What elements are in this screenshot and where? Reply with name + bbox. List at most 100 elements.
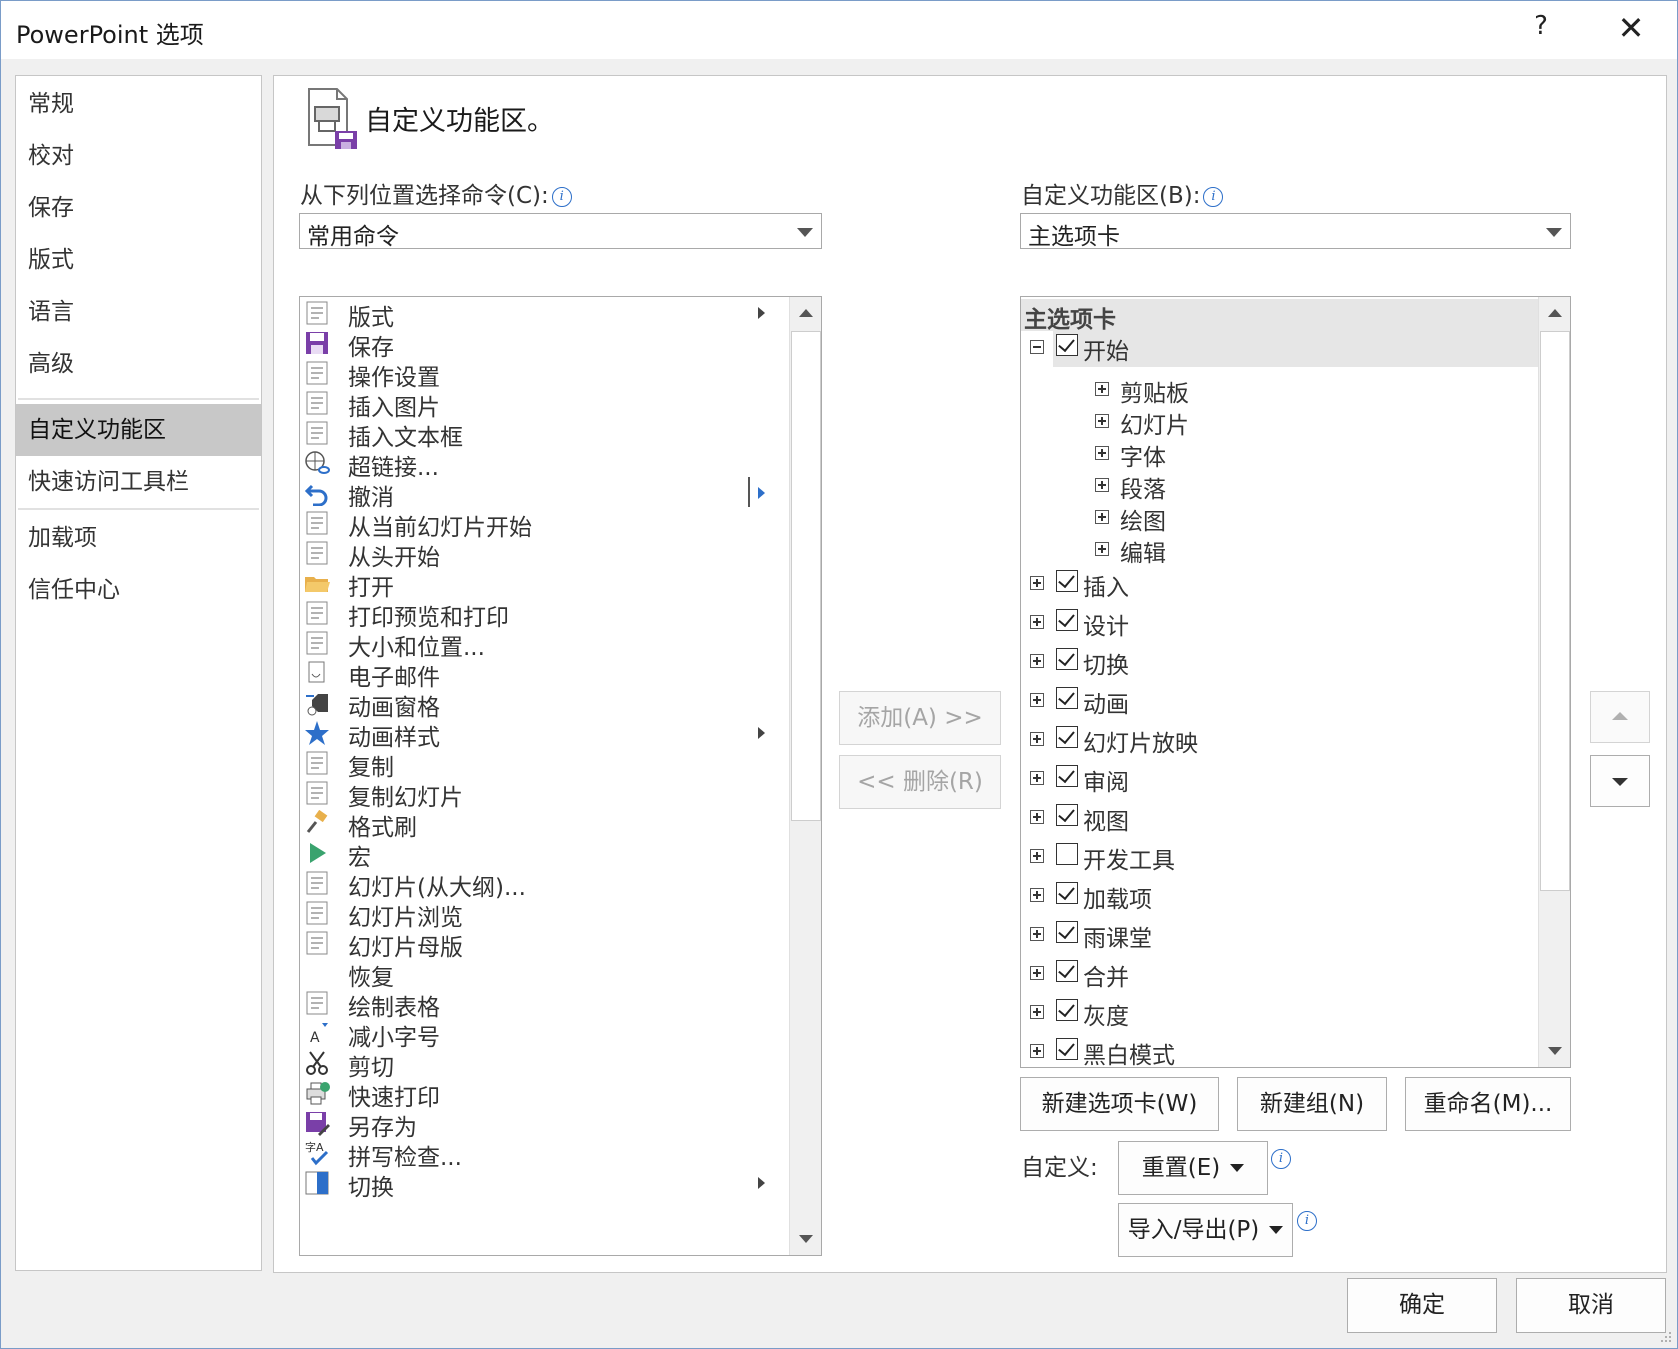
nav-item[interactable]: 高级 xyxy=(16,338,261,390)
info-icon[interactable]: i xyxy=(1271,1149,1291,1169)
remove-button[interactable]: << 删除(R) xyxy=(839,755,1001,809)
resize-grip-icon[interactable] xyxy=(1657,1328,1673,1344)
expand-icon[interactable] xyxy=(1030,732,1044,746)
add-button[interactable]: 添加(A) >> xyxy=(839,691,1001,745)
new-group-button[interactable]: 新建组(N) xyxy=(1237,1077,1387,1131)
expand-icon[interactable] xyxy=(1030,654,1044,668)
ribbon-tab-item[interactable]: 插入 xyxy=(1021,567,1538,603)
tab-checkbox[interactable] xyxy=(1056,882,1078,904)
reset-button[interactable]: 重置(E) xyxy=(1118,1141,1268,1195)
expand-icon[interactable] xyxy=(1095,542,1109,556)
ribbon-tab-item[interactable]: 开发工具 xyxy=(1021,840,1538,876)
ribbon-group-item[interactable]: 绘图 xyxy=(1021,501,1538,537)
new-tab-button[interactable]: 新建选项卡(W) xyxy=(1020,1077,1219,1131)
choose-commands-label: 从下列位置选择命令(C): i xyxy=(300,176,572,210)
choose-commands-value: 常用命令 xyxy=(307,224,399,250)
expand-icon[interactable] xyxy=(1030,966,1044,980)
scroll-down-button[interactable] xyxy=(790,1223,821,1255)
commands-scrollbar[interactable] xyxy=(789,297,821,1255)
nav-item[interactable]: 语言 xyxy=(16,286,261,338)
tab-checkbox[interactable] xyxy=(1056,960,1078,982)
customize-ribbon-select[interactable]: 主选项卡 xyxy=(1020,213,1571,250)
ribbon-tab-item[interactable]: 开始 xyxy=(1021,331,1538,367)
tab-checkbox[interactable] xyxy=(1056,1038,1078,1060)
cancel-button[interactable]: 取消 xyxy=(1516,1278,1666,1333)
expand-icon[interactable] xyxy=(1030,1005,1044,1019)
ribbon-group-item[interactable]: 幻灯片 xyxy=(1021,405,1538,441)
ribbon-tab-item[interactable]: 灰度 xyxy=(1021,996,1538,1032)
ribbon-tab-item[interactable]: 设计 xyxy=(1021,606,1538,642)
expand-icon[interactable] xyxy=(1030,576,1044,590)
choose-commands-select[interactable]: 常用命令 xyxy=(299,213,822,250)
nav-item[interactable]: 加载项 xyxy=(16,512,261,564)
nav-separator xyxy=(18,508,259,510)
scroll-down-button[interactable] xyxy=(1539,1035,1570,1067)
commands-list[interactable]: 切换 字A 拼写检查... 另存为 快速打印 剪切 A 减小字号 绘制表格 恢复 幻灯片母版 幻灯片浏… xyxy=(299,296,822,1256)
ribbon-tab-item[interactable]: 切换 xyxy=(1021,645,1538,681)
ribbon-tab-item[interactable]: 雨课堂 xyxy=(1021,918,1538,954)
tab-checkbox[interactable] xyxy=(1056,570,1078,592)
scroll-thumb[interactable] xyxy=(791,331,821,821)
tab-checkbox[interactable] xyxy=(1056,726,1078,748)
import-export-button[interactable]: 导入/导出(P) xyxy=(1118,1203,1293,1257)
ribbon-tab-item[interactable]: 动画 xyxy=(1021,684,1538,720)
scroll-thumb[interactable] xyxy=(1540,331,1570,891)
info-icon[interactable]: i xyxy=(1297,1211,1317,1231)
expand-icon[interactable] xyxy=(1030,771,1044,785)
rename-button[interactable]: 重命名(M)... xyxy=(1405,1077,1571,1131)
command-item[interactable]: 版式 xyxy=(300,297,770,331)
tab-checkbox[interactable] xyxy=(1056,648,1078,670)
tab-checkbox[interactable] xyxy=(1056,843,1078,865)
info-icon[interactable]: i xyxy=(551,187,572,207)
move-down-button[interactable] xyxy=(1590,755,1650,807)
nav-item[interactable]: 保存 xyxy=(16,182,261,234)
ribbon-tab-item[interactable]: 合并 xyxy=(1021,957,1538,993)
ribbon-group-item[interactable]: 字体 xyxy=(1021,437,1538,473)
help-button[interactable]: ? xyxy=(1526,11,1556,47)
expand-icon[interactable] xyxy=(1030,849,1044,863)
tab-checkbox[interactable] xyxy=(1056,334,1078,356)
nav-item[interactable]: 信任中心 xyxy=(16,564,261,616)
expand-icon[interactable] xyxy=(1095,414,1109,428)
collapse-icon[interactable] xyxy=(1030,340,1044,354)
ribbon-group-item[interactable]: 剪贴板 xyxy=(1021,373,1538,409)
expand-icon[interactable] xyxy=(1030,693,1044,707)
ribbon-tab-item[interactable]: 加载项 xyxy=(1021,879,1538,915)
info-icon[interactable]: i xyxy=(1203,187,1224,207)
move-up-button[interactable] xyxy=(1590,691,1650,743)
expand-icon[interactable] xyxy=(1030,888,1044,902)
close-button[interactable]: ✕ xyxy=(1613,9,1649,49)
expand-icon[interactable] xyxy=(1030,810,1044,824)
ribbon-group-item[interactable]: 编辑 xyxy=(1021,533,1538,569)
expand-icon[interactable] xyxy=(1030,927,1044,941)
expand-icon[interactable] xyxy=(1095,446,1109,460)
submenu-arrow-icon[interactable] xyxy=(758,487,765,499)
expand-icon[interactable] xyxy=(1030,1044,1044,1058)
ribbon-tree[interactable]: 主选项卡 开始 剪贴板 幻灯片 字体 段落 绘图 编辑 插入 设计 切换 动画 幻灯片放映 审阅 视图 开发… xyxy=(1020,296,1571,1068)
ok-button[interactable]: 确定 xyxy=(1347,1278,1497,1333)
expand-icon[interactable] xyxy=(1095,382,1109,396)
tab-checkbox[interactable] xyxy=(1056,921,1078,943)
nav-item[interactable]: 常规 xyxy=(16,78,261,130)
tab-checkbox[interactable] xyxy=(1056,999,1078,1021)
reset-button-label: 重置(E) xyxy=(1141,1155,1221,1181)
ribbon-tab-item[interactable]: 审阅 xyxy=(1021,762,1538,798)
scroll-up-button[interactable] xyxy=(790,297,821,329)
tab-checkbox[interactable] xyxy=(1056,765,1078,787)
nav-item[interactable]: 快速访问工具栏 xyxy=(16,456,261,508)
ribbon-tab-item[interactable]: 黑白模式 xyxy=(1021,1035,1538,1067)
tab-checkbox[interactable] xyxy=(1056,687,1078,709)
expand-icon[interactable] xyxy=(1030,615,1044,629)
expand-icon[interactable] xyxy=(1095,478,1109,492)
ribbon-group-item[interactable]: 段落 xyxy=(1021,469,1538,505)
tab-checkbox[interactable] xyxy=(1056,804,1078,826)
scroll-up-button[interactable] xyxy=(1539,297,1570,329)
ribbon-tree-scrollbar[interactable] xyxy=(1538,297,1570,1067)
nav-item[interactable]: 校对 xyxy=(16,130,261,182)
nav-item[interactable]: 自定义功能区 xyxy=(16,404,261,456)
expand-icon[interactable] xyxy=(1095,510,1109,524)
tab-checkbox[interactable] xyxy=(1056,609,1078,631)
ribbon-tab-item[interactable]: 视图 xyxy=(1021,801,1538,837)
nav-item[interactable]: 版式 xyxy=(16,234,261,286)
ribbon-tab-item[interactable]: 幻灯片放映 xyxy=(1021,723,1538,759)
